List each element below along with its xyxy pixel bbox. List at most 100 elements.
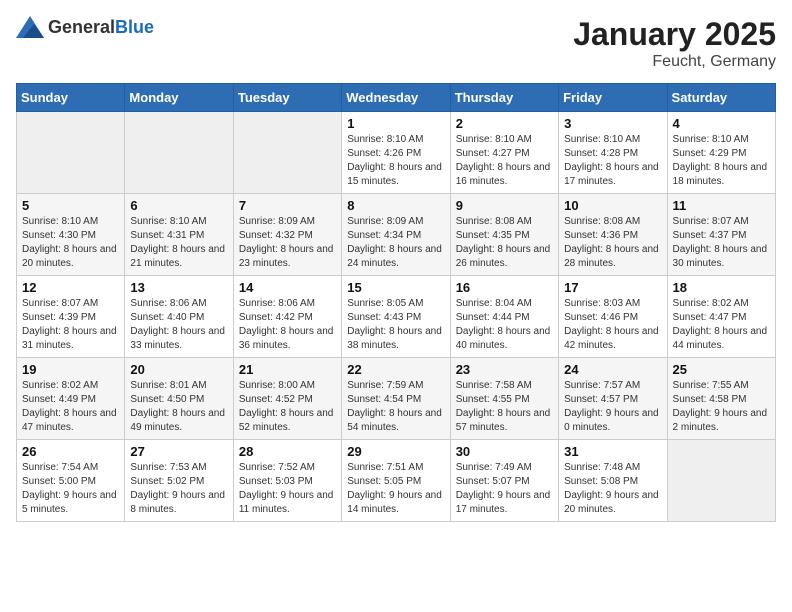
day-number: 8 [347,198,444,213]
day-info: Sunrise: 8:00 AMSunset: 4:52 PMDaylight:… [239,379,336,435]
day-number: 10 [564,198,661,213]
day-number: 17 [564,280,661,295]
day-number: 26 [22,444,119,459]
day-info: Sunrise: 8:10 AMSunset: 4:30 PMDaylight:… [22,215,119,271]
day-info: Sunrise: 7:57 AMSunset: 4:57 PMDaylight:… [564,379,661,435]
day-number: 2 [456,116,553,131]
calendar-cell: 27Sunrise: 7:53 AMSunset: 5:02 PMDayligh… [125,440,233,522]
day-info: Sunrise: 7:54 AMSunset: 5:00 PMDaylight:… [22,461,119,517]
day-info: Sunrise: 8:08 AMSunset: 4:35 PMDaylight:… [456,215,553,271]
calendar-cell: 25Sunrise: 7:55 AMSunset: 4:58 PMDayligh… [667,358,775,440]
day-number: 13 [130,280,227,295]
calendar-cell: 11 Sunrise: 8:07 AMSunset: 4:37 PMDayligh… [667,194,775,276]
title-block: January 2025 Feucht, Germany [573,16,776,71]
day-info: Sunrise: 8:02 AMSunset: 4:47 PMDaylight:… [673,297,770,353]
calendar-cell: 5 Sunrise: 8:10 AMSunset: 4:30 PMDaylight… [17,194,125,276]
day-info: Sunrise: 8:07 AMSunset: 4:37 PMDaylight:… [673,215,770,271]
day-info: Sunrise: 7:49 AMSunset: 5:07 PMDaylight:… [456,461,553,517]
header-thursday: Thursday [450,84,558,112]
day-number: 3 [564,116,661,131]
day-info: Sunrise: 8:10 AMSunset: 4:27 PMDaylight:… [456,133,553,189]
calendar-cell: 22 Sunrise: 7:59 AMSunset: 4:54 PMDayligh… [342,358,450,440]
calendar-cell [17,112,125,194]
calendar-cell: 14 Sunrise: 8:06 AMSunset: 4:42 PMDayligh… [233,276,341,358]
calendar-cell: 21 Sunrise: 8:00 AMSunset: 4:52 PMDayligh… [233,358,341,440]
day-number: 18 [673,280,770,295]
day-number: 15 [347,280,444,295]
day-info: Sunrise: 7:58 AMSunset: 4:55 PMDaylight:… [456,379,553,435]
day-number: 4 [673,116,770,131]
calendar-cell: 24 Sunrise: 7:57 AMSunset: 4:57 PMDayligh… [559,358,667,440]
calendar-cell [125,112,233,194]
day-info: Sunrise: 8:10 AMSunset: 4:26 PMDaylight:… [347,133,444,189]
calendar-cell: 10 Sunrise: 8:08 AMSunset: 4:36 PMDayligh… [559,194,667,276]
day-info: Sunrise: 8:02 AMSunset: 4:49 PMDaylight:… [22,379,119,435]
calendar-cell: 9 Sunrise: 8:08 AMSunset: 4:35 PMDaylight… [450,194,558,276]
calendar-cell [667,440,775,522]
week-row-3: 12 Sunrise: 8:07 AMSunset: 4:39 PMDayligh… [17,276,776,358]
day-info: Sunrise: 8:09 AMSunset: 4:34 PMDaylight:… [347,215,444,271]
calendar-cell: 20 Sunrise: 8:01 AMSunset: 4:50 PMDayligh… [125,358,233,440]
calendar-subtitle: Feucht, Germany [573,53,776,71]
calendar-cell: 15 Sunrise: 8:05 AMSunset: 4:43 PMDayligh… [342,276,450,358]
day-number: 20 [130,362,227,377]
header-monday: Monday [125,84,233,112]
calendar-cell: 17 Sunrise: 8:03 AMSunset: 4:46 PMDayligh… [559,276,667,358]
week-row-1: 1 Sunrise: 8:10 AMSunset: 4:26 PMDaylight… [17,112,776,194]
day-info: Sunrise: 8:04 AMSunset: 4:44 PMDaylight:… [456,297,553,353]
day-info: Sunrise: 7:51 AMSunset: 5:05 PMDaylight:… [347,461,444,517]
week-row-5: 26 Sunrise: 7:54 AMSunset: 5:00 PMDayligh… [17,440,776,522]
day-info: Sunrise: 7:59 AMSunset: 4:54 PMDaylight:… [347,379,444,435]
day-number: 22 [347,362,444,377]
calendar-cell: 4 Sunrise: 8:10 AMSunset: 4:29 PMDaylight… [667,112,775,194]
day-number: 9 [456,198,553,213]
calendar-cell: 19 Sunrise: 8:02 AMSunset: 4:49 PMDayligh… [17,358,125,440]
week-row-4: 19 Sunrise: 8:02 AMSunset: 4:49 PMDayligh… [17,358,776,440]
logo-blue: Blue [115,17,154,37]
day-number: 25 [673,362,770,377]
day-info: Sunrise: 8:10 AMSunset: 4:29 PMDaylight:… [673,133,770,189]
day-info: Sunrise: 8:01 AMSunset: 4:50 PMDaylight:… [130,379,227,435]
day-info: Sunrise: 8:07 AMSunset: 4:39 PMDaylight:… [22,297,119,353]
logo-general: General [48,17,115,37]
day-number: 1 [347,116,444,131]
day-number: 19 [22,362,119,377]
calendar-cell: 1 Sunrise: 8:10 AMSunset: 4:26 PMDaylight… [342,112,450,194]
day-number: 7 [239,198,336,213]
logo: GeneralBlue [16,16,154,38]
header-sunday: Sunday [17,84,125,112]
header-saturday: Saturday [667,84,775,112]
day-number: 14 [239,280,336,295]
day-number: 5 [22,198,119,213]
day-info: Sunrise: 8:08 AMSunset: 4:36 PMDaylight:… [564,215,661,271]
calendar-cell: 23Sunrise: 7:58 AMSunset: 4:55 PMDayligh… [450,358,558,440]
calendar-cell: 3Sunrise: 8:10 AMSunset: 4:28 PMDaylight… [559,112,667,194]
calendar-cell: 18 Sunrise: 8:02 AMSunset: 4:47 PMDayligh… [667,276,775,358]
calendar-cell: 28 Sunrise: 7:52 AMSunset: 5:03 PMDayligh… [233,440,341,522]
day-number: 6 [130,198,227,213]
header-wednesday: Wednesday [342,84,450,112]
day-number: 27 [130,444,227,459]
day-info: Sunrise: 8:10 AMSunset: 4:31 PMDaylight:… [130,215,227,271]
page-header: GeneralBlue January 2025 Feucht, Germany [16,16,776,71]
day-number: 21 [239,362,336,377]
day-number: 31 [564,444,661,459]
day-number: 28 [239,444,336,459]
calendar-table: SundayMondayTuesdayWednesdayThursdayFrid… [16,83,776,522]
calendar-cell: 16Sunrise: 8:04 AMSunset: 4:44 PMDayligh… [450,276,558,358]
calendar-cell [233,112,341,194]
calendar-title: January 2025 [573,16,776,53]
day-number: 24 [564,362,661,377]
day-info: Sunrise: 7:52 AMSunset: 5:03 PMDaylight:… [239,461,336,517]
day-info: Sunrise: 7:48 AMSunset: 5:08 PMDaylight:… [564,461,661,517]
calendar-cell: 13Sunrise: 8:06 AMSunset: 4:40 PMDayligh… [125,276,233,358]
day-number: 29 [347,444,444,459]
day-number: 12 [22,280,119,295]
header-friday: Friday [559,84,667,112]
day-info: Sunrise: 8:03 AMSunset: 4:46 PMDaylight:… [564,297,661,353]
calendar-cell: 29 Sunrise: 7:51 AMSunset: 5:05 PMDayligh… [342,440,450,522]
day-info: Sunrise: 8:06 AMSunset: 4:42 PMDaylight:… [239,297,336,353]
header-tuesday: Tuesday [233,84,341,112]
day-info: Sunrise: 8:05 AMSunset: 4:43 PMDaylight:… [347,297,444,353]
day-number: 11 [673,198,770,213]
